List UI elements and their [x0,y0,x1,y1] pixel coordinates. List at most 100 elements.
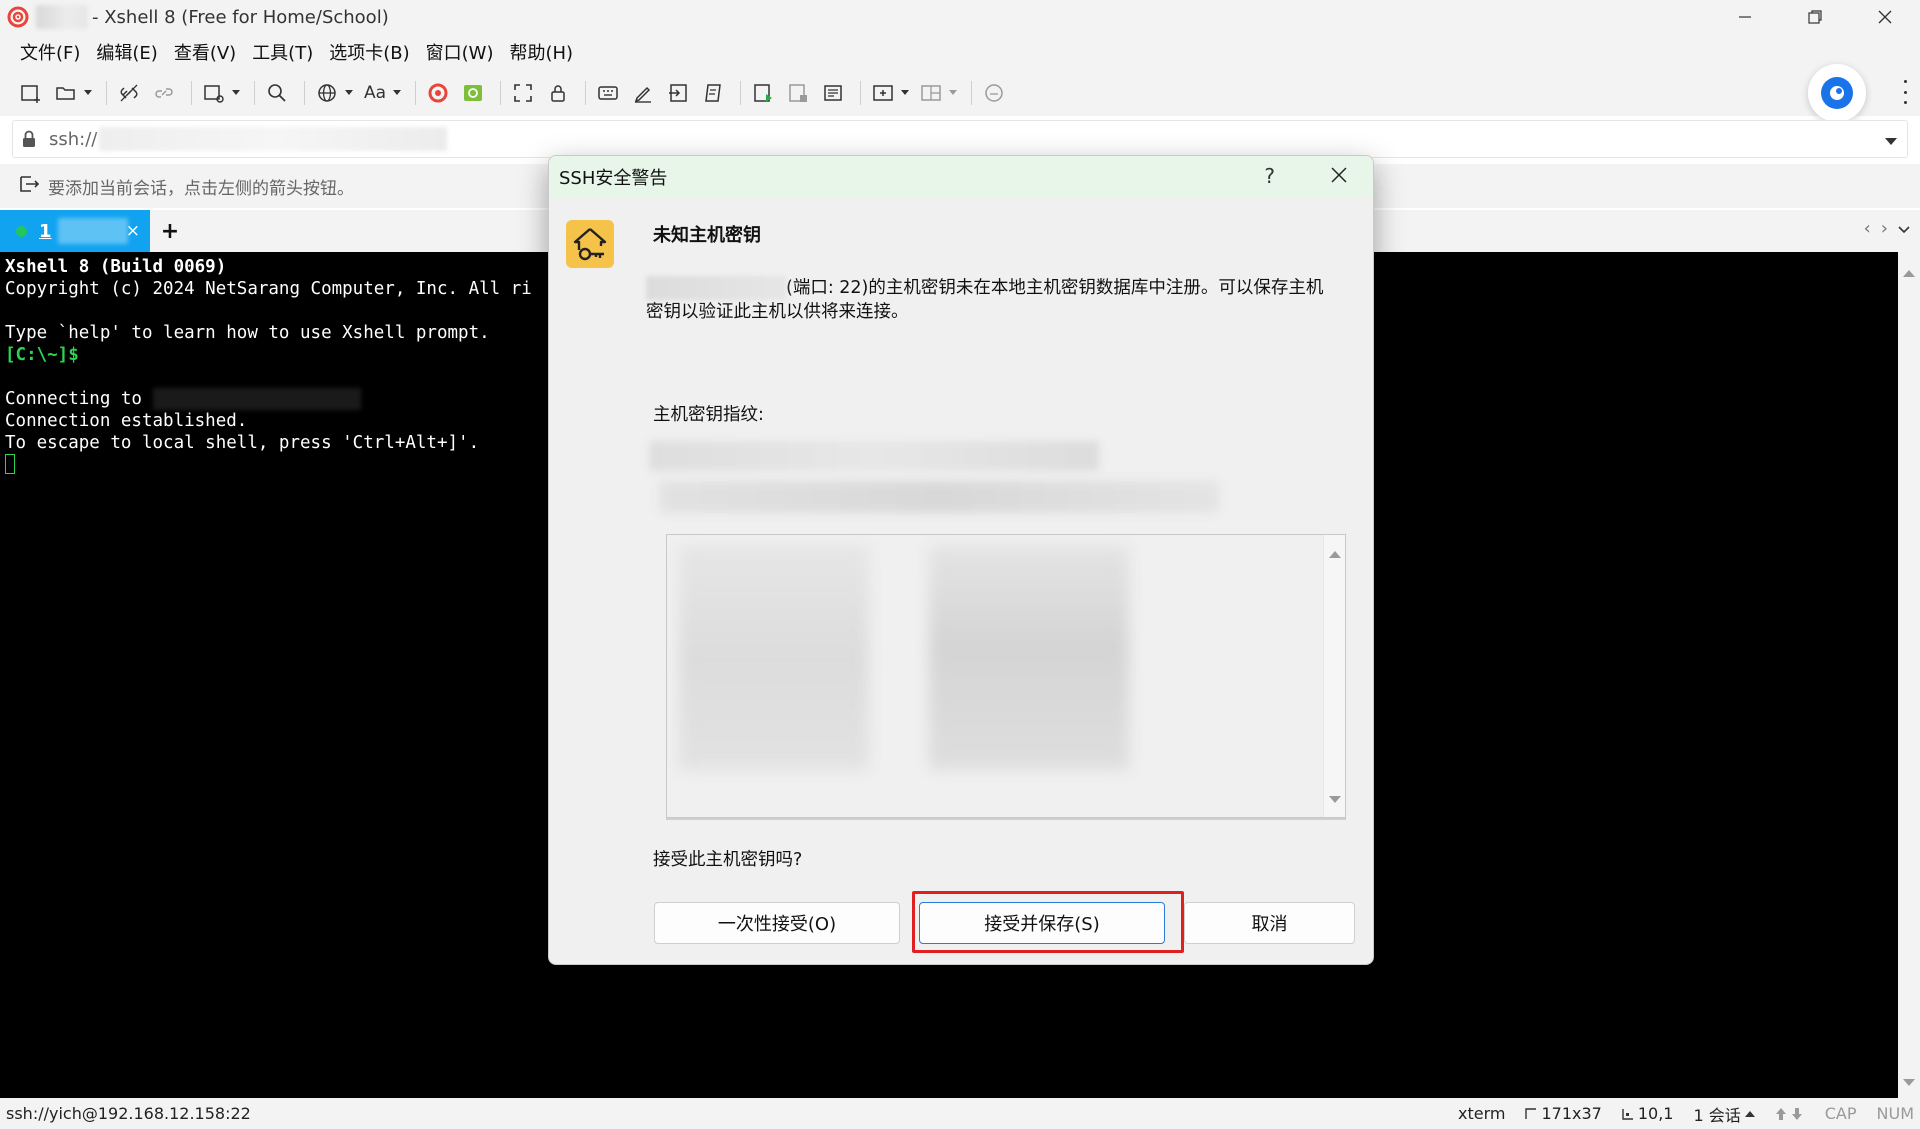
toolbar-separator [304,81,305,105]
scroll-down-icon[interactable] [1903,1072,1915,1092]
session-hint-text: 要添加当前会话，点击左侧的箭头按钮。 [48,178,354,199]
dialog-message: (端口: 22)的主机密钥未在本地主机密钥数据库中注册。可以保存主机密钥以验证此… [646,276,1324,322]
address-text[interactable]: ssh:// [49,129,97,150]
dialog-title: SSH安全警告 [559,168,668,189]
randomart-redacted [679,545,869,770]
toolbar-separator [415,81,416,105]
menu-help[interactable]: 帮助(H) [501,39,581,65]
new-tab-icon[interactable] [868,78,898,108]
host-redacted [646,276,786,300]
cancel-button[interactable]: 取消 [1184,902,1355,944]
chevron-down-icon[interactable] [948,90,958,96]
randomart-scrollbar[interactable] [1323,535,1345,817]
menu-window[interactable]: 窗口(W) [418,39,502,65]
menu-file[interactable]: 文件(F) [12,39,88,65]
toolbar: Aa [0,70,1920,116]
scroll-up-icon[interactable] [1903,262,1915,282]
chevron-down-icon[interactable] [231,90,241,96]
terminal-type: xterm [1458,1104,1506,1123]
close-window-button[interactable] [1850,0,1920,34]
tab-name-redacted [57,218,128,244]
help-button[interactable]: ? [1264,164,1275,188]
disconnect-icon[interactable] [114,78,144,108]
keyboard-icon[interactable] [593,78,623,108]
compose-icon[interactable] [628,78,658,108]
open-folder-icon[interactable] [51,78,81,108]
menu-tabs[interactable]: 选项卡(B) [321,39,417,65]
new-window-icon[interactable] [199,78,229,108]
toolbar-separator [585,81,586,105]
dialog-heading: 未知主机密钥 [653,225,761,246]
globe-icon[interactable] [312,78,342,108]
chevron-down-icon[interactable] [83,90,93,96]
tab-label: 1 [39,220,52,242]
connected-status-icon [16,225,27,237]
toolbar-separator [191,81,192,105]
cursor-position: 10,1 [1622,1104,1673,1123]
layout-icon[interactable] [916,78,946,108]
caps-lock-indicator: CAP [1824,1104,1857,1123]
add-session-icon[interactable] [18,174,40,199]
terminal-scrollbar[interactable] [1898,252,1920,1098]
chevron-down-icon[interactable] [344,90,354,96]
tab-session-1[interactable]: 1 × [0,210,150,252]
chevron-down-icon[interactable] [900,90,910,96]
menu-edit[interactable]: 编辑(E) [88,39,165,65]
session-count[interactable]: 1 会话 [1693,1102,1755,1126]
assistant-icon[interactable] [1808,64,1866,122]
host-key-icon [566,220,614,268]
tab-navigation: ‹ › [1864,218,1910,239]
menu-tools[interactable]: 工具(T) [244,39,321,65]
divider [666,818,1346,820]
script-icon[interactable] [698,78,728,108]
dialog-close-icon[interactable] [1331,167,1347,188]
chevron-right-icon[interactable]: › [1881,218,1888,239]
accept-and-save-button[interactable]: 接受并保存(S) [919,902,1165,944]
address-bar[interactable]: ssh:// [12,120,1908,158]
title-session-name-redacted [36,5,88,29]
window-controls [1710,0,1920,34]
chevron-left-icon[interactable]: ‹ [1864,218,1871,239]
toolbar-separator [106,81,107,105]
font-button[interactable]: Aa [360,78,390,108]
toolbar-separator [740,81,741,105]
log-icon[interactable] [818,78,848,108]
chevron-down-icon[interactable] [1898,218,1910,239]
chat-icon[interactable] [979,78,1009,108]
terminal-cursor [5,454,15,474]
tab-close-icon[interactable]: × [126,221,140,241]
add-tab-button[interactable]: + [150,210,190,252]
chevron-down-icon[interactable] [1885,131,1897,151]
host-redacted [152,388,361,410]
restore-button[interactable] [1780,0,1850,34]
xshell-logo-icon[interactable] [423,78,453,108]
title-bar: - Xshell 8 (Free for Home/School) [0,0,1920,34]
accept-once-button[interactable]: 一次性接受(O) [654,902,900,944]
caret-up-icon [1744,1110,1755,1117]
link-icon[interactable] [149,78,179,108]
size-icon [1525,1107,1537,1119]
scroll-down-icon[interactable] [1329,789,1341,809]
xftp-icon[interactable] [458,78,488,108]
fingerprint-label: 主机密钥指纹: [653,405,764,425]
randomart-box[interactable] [666,534,1346,818]
search-icon[interactable] [262,78,292,108]
new-session-icon[interactable] [16,78,46,108]
stop-script-icon[interactable] [783,78,813,108]
menu-view[interactable]: 查看(V) [166,39,244,65]
lock-icon[interactable] [543,78,573,108]
status-right-group: xterm 171x37 10,1 1 会话 CAP NUM [1458,1098,1914,1129]
connection-status: ssh://yich@192.168.12.158:22 [6,1104,251,1123]
fullscreen-icon[interactable] [508,78,538,108]
minimize-button[interactable] [1710,0,1780,34]
scroll-up-icon[interactable] [1329,543,1341,563]
xshell-logo-icon [6,5,30,29]
run-script-icon[interactable] [748,78,778,108]
fingerprint-redacted [659,481,1219,513]
more-options-icon[interactable] [1900,80,1910,104]
toolbar-separator [860,81,861,105]
address-redacted [99,127,448,151]
cursor-pos-icon [1622,1108,1633,1120]
transfer-icon[interactable] [663,78,693,108]
chevron-down-icon[interactable] [392,90,402,96]
